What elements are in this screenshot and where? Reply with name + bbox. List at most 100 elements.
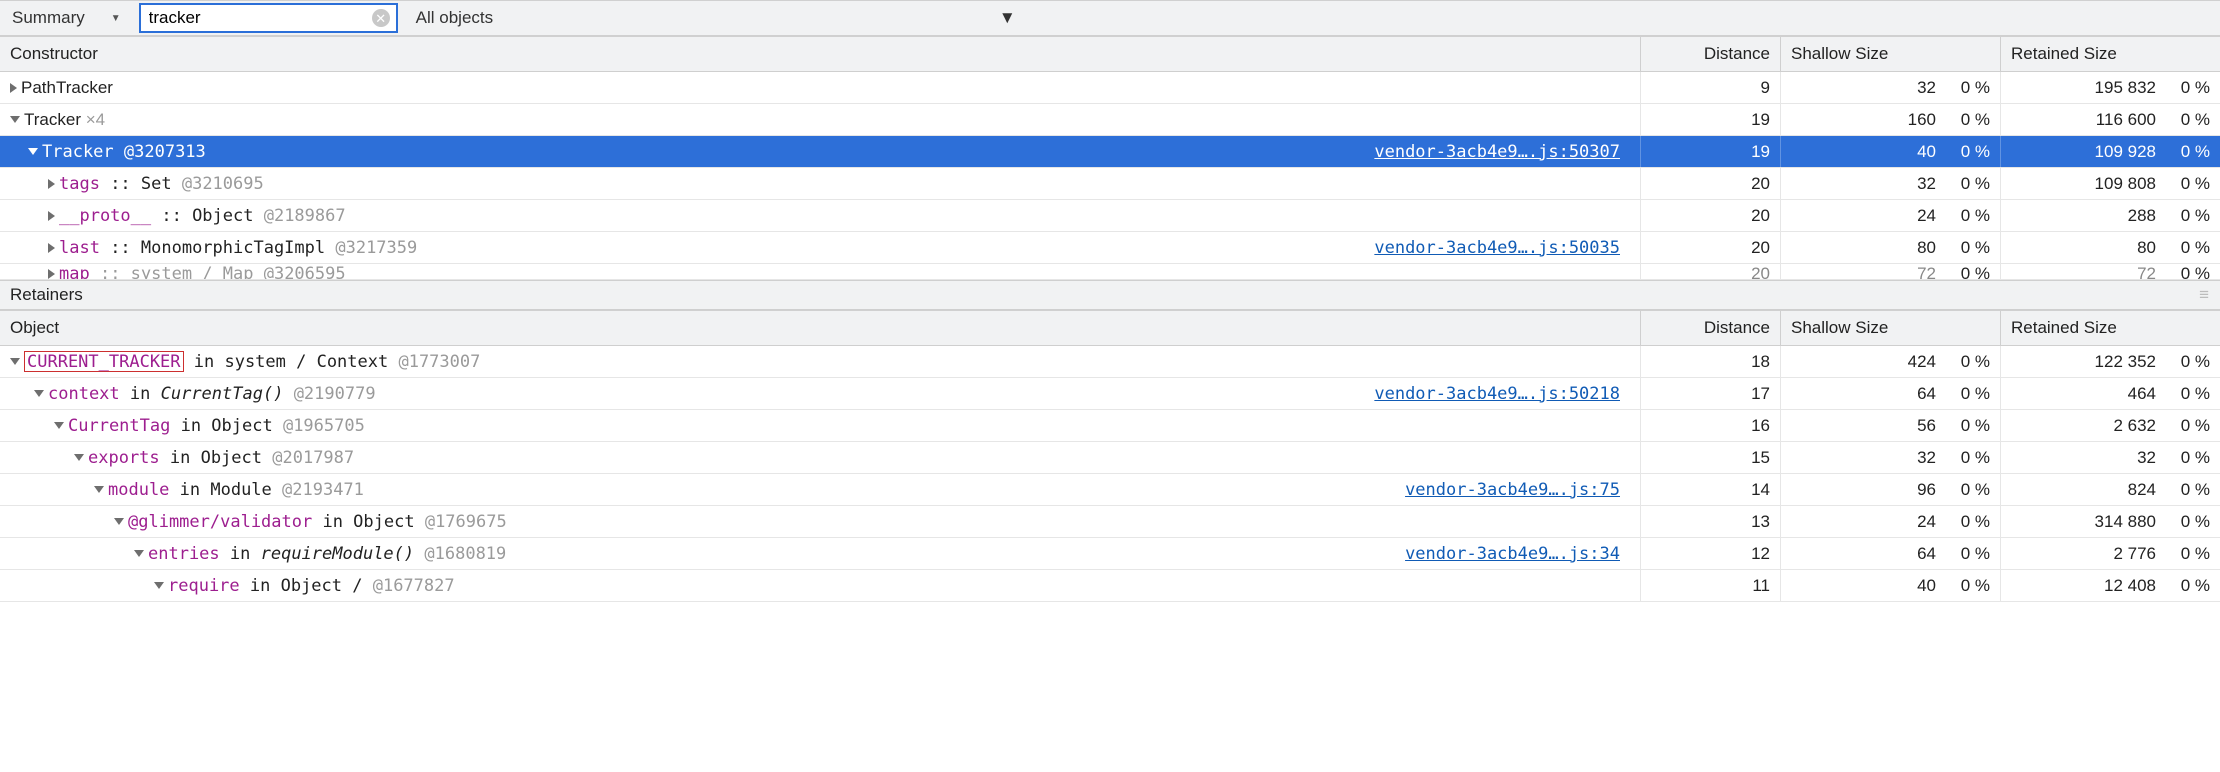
table-row[interactable]: map :: system / Map @320659520720 %720 % xyxy=(0,264,2220,280)
retainers-title: Retainers xyxy=(10,285,83,305)
shallow-size-cell: 240 % xyxy=(1780,506,2000,537)
col-constructor[interactable]: Constructor xyxy=(0,37,1640,71)
tree-cell: CurrentTag in Object @1965705 xyxy=(0,410,1640,441)
table-row[interactable]: tags :: Set @321069520320 %109 8080 % xyxy=(0,168,2220,200)
retained-size-cell: 4640 % xyxy=(2000,378,2220,409)
text-part: @3217359 xyxy=(335,238,417,258)
retainers-section-header: Retainers ≡ xyxy=(0,280,2220,310)
distance-cell: 15 xyxy=(1640,442,1780,473)
disclosure-triangle-icon[interactable] xyxy=(28,148,38,155)
shallow-size-cell: 4240 % xyxy=(1780,346,2000,377)
text-part: __proto__ xyxy=(59,206,151,226)
distance-cell: 20 xyxy=(1640,200,1780,231)
retained-size-cell: 320 % xyxy=(2000,442,2220,473)
row-name: CURRENT_TRACKER in system / Context @177… xyxy=(24,352,480,372)
table-row[interactable]: Tracker ×4191600 %116 6000 % xyxy=(0,104,2220,136)
tree-cell: map :: system / Map @3206595 xyxy=(0,264,1640,280)
table-row[interactable]: module in Module @2193471 vendor-3acb4e9…… xyxy=(0,474,2220,506)
col-retained[interactable]: Retained Size xyxy=(2000,37,2220,71)
text-part: CURRENT_TRACKER xyxy=(27,352,181,372)
disclosure-triangle-icon[interactable] xyxy=(34,390,44,397)
row-name: entries in requireModule() @1680819 xyxy=(148,544,506,564)
text-part: tags xyxy=(59,174,100,194)
distance-cell: 17 xyxy=(1640,378,1780,409)
table-row[interactable]: Tracker @3207313vendor-3acb4e9….js:50307… xyxy=(0,136,2220,168)
col-distance[interactable]: Distance xyxy=(1640,37,1780,71)
shallow-size-cell: 720 % xyxy=(1780,264,2000,280)
disclosure-triangle-icon[interactable] xyxy=(10,83,17,93)
table-row[interactable]: require in Object / @167782711400 %12 40… xyxy=(0,570,2220,602)
retained-size-cell: 800 % xyxy=(2000,232,2220,263)
retained-size-cell: 122 3520 % xyxy=(2000,346,2220,377)
disclosure-triangle-icon[interactable] xyxy=(154,582,164,589)
table-row[interactable]: context in CurrentTag() @2190779vendor-3… xyxy=(0,378,2220,410)
retained-size-cell: 8240 % xyxy=(2000,474,2220,505)
row-name: exports in Object @2017987 xyxy=(88,448,354,468)
objects-filter-dropdown[interactable]: All objects ▼ xyxy=(406,4,1026,32)
heap-table-header: Constructor Distance Shallow Size Retain… xyxy=(0,36,2220,72)
col-retained[interactable]: Retained Size xyxy=(2000,311,2220,345)
disclosure-triangle-icon[interactable] xyxy=(10,116,20,123)
disclosure-triangle-icon[interactable] xyxy=(48,243,55,253)
text-part xyxy=(283,384,293,404)
table-row[interactable]: CURRENT_TRACKER in system / Context @177… xyxy=(0,346,2220,378)
text-part: CurrentTag xyxy=(68,416,170,436)
disclosure-triangle-icon[interactable] xyxy=(134,550,144,557)
view-mode-dropdown[interactable]: Summary ▼ xyxy=(6,4,131,32)
highlighted-retainer: CURRENT_TRACKER xyxy=(24,351,184,372)
shallow-size-cell: 960 % xyxy=(1780,474,2000,505)
distance-cell: 19 xyxy=(1640,104,1780,135)
disclosure-triangle-icon[interactable] xyxy=(54,422,64,429)
col-shallow[interactable]: Shallow Size xyxy=(1780,311,2000,345)
text-part: @3206595 xyxy=(264,264,346,280)
disclosure-triangle-icon[interactable] xyxy=(48,269,55,279)
table-row[interactable]: exports in Object @201798715320 %320 % xyxy=(0,442,2220,474)
row-name: __proto__ :: Object @2189867 xyxy=(59,206,346,226)
tree-cell: @glimmer/validator in Object @1769675 xyxy=(0,506,1640,537)
col-distance[interactable]: Distance xyxy=(1640,311,1780,345)
col-shallow[interactable]: Shallow Size xyxy=(1780,37,2000,71)
clear-filter-icon[interactable]: ✕ xyxy=(372,9,390,27)
shallow-size-cell: 1600 % xyxy=(1780,104,2000,135)
table-row[interactable]: __proto__ :: Object @218986720240 %2880 … xyxy=(0,200,2220,232)
table-row[interactable]: PathTracker9320 %195 8320 % xyxy=(0,72,2220,104)
retained-size-cell: 2880 % xyxy=(2000,200,2220,231)
class-filter-input[interactable] xyxy=(147,7,372,29)
source-link[interactable]: vendor-3acb4e9….js:50307 xyxy=(1374,142,1630,162)
disclosure-triangle-icon[interactable] xyxy=(48,211,55,221)
disclosure-triangle-icon[interactable] xyxy=(48,179,55,189)
disclosure-triangle-icon[interactable] xyxy=(74,454,84,461)
row-name: CurrentTag in Object @1965705 xyxy=(68,416,365,436)
source-link[interactable]: vendor-3acb4e9….js:50218 xyxy=(1374,384,1630,404)
row-name: require in Object / @1677827 xyxy=(168,576,455,596)
source-link[interactable]: vendor-3acb4e9….js:34 xyxy=(1405,544,1630,564)
text-part: @1965705 xyxy=(283,416,365,436)
tree-cell: CURRENT_TRACKER in system / Context @177… xyxy=(0,346,1640,377)
disclosure-triangle-icon[interactable] xyxy=(114,518,124,525)
tree-cell: context in CurrentTag() @2190779vendor-3… xyxy=(0,378,1640,409)
retained-size-cell: 2 7760 % xyxy=(2000,538,2220,569)
row-name: Tracker ×4 xyxy=(24,110,105,130)
col-object[interactable]: Object xyxy=(0,311,1640,345)
row-name: module in Module @2193471 xyxy=(108,480,364,500)
table-row[interactable]: last :: MonomorphicTagImpl @3217359vendo… xyxy=(0,232,2220,264)
tree-cell: Tracker ×4 xyxy=(0,104,1640,135)
retained-size-cell: 195 8320 % xyxy=(2000,72,2220,103)
table-row[interactable]: CurrentTag in Object @196570516560 %2 63… xyxy=(0,410,2220,442)
text-part: CurrentTag() xyxy=(161,384,284,404)
source-link[interactable]: vendor-3acb4e9….js:50035 xyxy=(1374,238,1630,258)
source-link[interactable]: vendor-3acb4e9….js:75 xyxy=(1405,480,1630,500)
text-part: :: Object xyxy=(151,206,264,226)
objects-filter-label: All objects xyxy=(416,8,493,28)
text-part xyxy=(414,544,424,564)
text-part: @1677827 xyxy=(373,576,455,596)
disclosure-triangle-icon[interactable] xyxy=(94,486,104,493)
table-row[interactable]: @glimmer/validator in Object @1769675132… xyxy=(0,506,2220,538)
disclosure-triangle-icon[interactable] xyxy=(10,358,20,365)
text-part: @3210695 xyxy=(182,174,264,194)
tree-cell: tags :: Set @3210695 xyxy=(0,168,1640,199)
hamburger-icon[interactable]: ≡ xyxy=(2199,285,2210,305)
view-mode-label: Summary xyxy=(12,8,85,28)
table-row[interactable]: entries in requireModule() @1680819 vendo… xyxy=(0,538,2220,570)
class-filter-input-wrap[interactable]: ✕ xyxy=(139,3,398,33)
